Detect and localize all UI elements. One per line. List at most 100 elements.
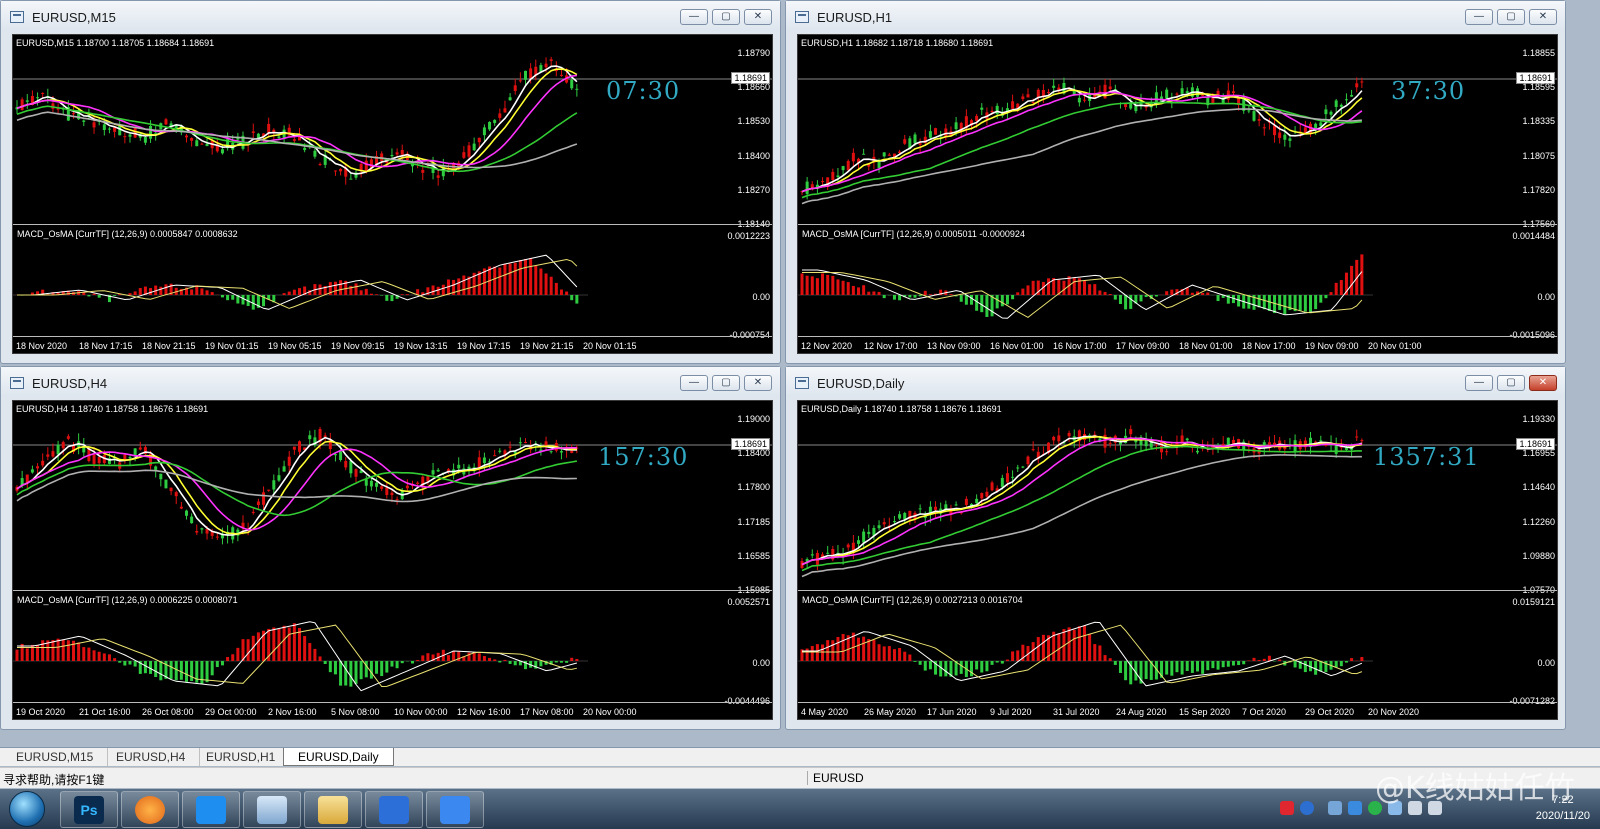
close-icon[interactable]: ✕ [744,9,772,25]
candle-body [841,166,845,171]
chart-window-m15[interactable]: EURUSD,M15 — ▢ ✕ EURUSD,M15 1.18700 1.18… [0,0,781,364]
macd-histogram-bar [1000,295,1004,307]
macd-histogram-bar [77,642,81,661]
chart-window-daily[interactable]: EURUSD,Daily — ▢ ✕ EURUSD,Daily 1.18740 … [785,366,1566,730]
taskbar-app-wps[interactable] [365,791,423,828]
candle-body [128,457,132,459]
price-tick: 1.17820 [1522,185,1555,195]
candle-body [559,74,563,76]
tab-m15[interactable]: EURUSD,M15 [2,748,109,766]
titlebar[interactable]: EURUSD,H4 — ▢ ✕ [1,367,780,397]
candle-body [488,121,492,130]
candle-body [1077,97,1081,103]
window-title: EURUSD,H4 [32,376,108,391]
moving-average-line [16,105,578,173]
taskbar-app-notes[interactable] [426,791,484,828]
candle-body [1031,449,1035,451]
macd-histogram-bar [1267,655,1271,661]
moving-average-line [801,89,1363,193]
macd-histogram-bar [1206,292,1210,295]
candle-body [1180,435,1184,443]
macd-tick: 0.0012223 [727,231,770,241]
macd-histogram-bar [1190,292,1194,295]
close-icon[interactable]: ✕ [1529,375,1557,391]
macd-histogram-bar [529,257,533,295]
sogou-icon[interactable] [1280,801,1294,815]
macd-histogram-bar [56,638,60,661]
candle-body [107,128,111,130]
titlebar[interactable]: EURUSD,H1 — ▢ ✕ [786,1,1565,31]
minimize-icon[interactable]: — [1465,375,1493,391]
minimize-icon[interactable]: — [680,375,708,391]
candle-body [190,138,194,141]
taskbar-app-foxmail[interactable] [121,791,179,828]
restore-icon[interactable]: ▢ [1497,9,1525,25]
candle-body [36,466,40,469]
macd-histogram-bar [539,661,543,667]
taskbar-app-lanhu[interactable] [182,791,240,828]
tab-daily[interactable]: EURUSD,Daily [283,748,394,766]
chart-pane[interactable]: EURUSD,H4 1.18740 1.18758 1.18676 1.1869… [12,400,773,720]
candle-body [1344,447,1348,450]
candle-body [400,149,404,155]
chart-window-h4[interactable]: EURUSD,H4 — ▢ ✕ EURUSD,H4 1.18740 1.1875… [0,366,781,730]
macd-histogram-bar [200,288,204,295]
candle-body [25,474,29,483]
price-chart[interactable]: EURUSD,H4 1.18740 1.18758 1.18676 1.1869… [13,401,772,595]
candle-body [836,175,840,178]
candle-body [185,135,188,138]
candle-body [292,139,296,141]
restore-icon[interactable]: ▢ [712,9,740,25]
titlebar[interactable]: EURUSD,M15 — ▢ ✕ [1,1,780,31]
taskbar-app-explorer[interactable] [304,791,362,828]
macd-indicator[interactable]: MACD_OsMA [CurrTF] (12,26,9) 0.0005847 0… [13,224,772,340]
candle-body [928,131,932,138]
tab-h1[interactable]: EURUSD,H1 [192,748,291,766]
macd-indicator[interactable]: MACD_OsMA [CurrTF] (12,26,9) 0.0005011 -… [798,224,1557,340]
restore-icon[interactable]: ▢ [712,375,740,391]
time-tick: 24 Aug 2020 [1116,707,1167,717]
tab-h4[interactable]: EURUSD,H4 [102,748,201,766]
arrow-icon[interactable] [1348,801,1362,815]
close-icon[interactable]: ✕ [1529,9,1557,25]
close-icon[interactable]: ✕ [744,375,772,391]
price-chart[interactable]: EURUSD,Daily 1.18740 1.18758 1.18676 1.1… [798,401,1557,595]
taskbar-app-remote[interactable] [243,791,301,828]
price-chart[interactable]: EURUSD,M15 1.18700 1.18705 1.18684 1.186… [13,35,772,229]
candle-body [405,485,409,489]
chart-window-h1[interactable]: EURUSD,H1 — ▢ ✕ EURUSD,H1 1.18682 1.1871… [785,0,1566,364]
taskbar-app-photoshop[interactable]: Ps [60,791,118,828]
candle-body [251,511,255,513]
help-icon[interactable] [1300,801,1314,815]
candle-body [51,451,55,457]
candle-body [354,469,358,477]
macd-histogram-bar [375,661,379,674]
moving-average-line [801,435,1362,566]
macd-histogram-bar [1298,295,1302,311]
moving-average-line [16,440,577,535]
minimize-icon[interactable]: — [680,9,708,25]
macd-histogram-bar [169,661,173,679]
macd-histogram-bar [482,656,486,661]
chart-pane[interactable]: EURUSD,M15 1.18700 1.18705 1.18684 1.186… [12,34,773,354]
candle-body [61,442,65,449]
macd-indicator[interactable]: MACD_OsMA [CurrTF] (12,26,9) 0.0027213 0… [798,590,1557,706]
chart-pane[interactable]: EURUSD,Daily 1.18740 1.18758 1.18676 1.1… [797,400,1558,720]
macd-indicator[interactable]: MACD_OsMA [CurrTF] (12,26,9) 0.0006225 0… [13,590,772,706]
candle-body [1083,99,1086,101]
price-tick: 1.18855 [1522,48,1555,58]
candle-body [1355,436,1359,438]
titlebar[interactable]: EURUSD,Daily — ▢ ✕ [786,367,1565,397]
restore-icon[interactable]: ▢ [1497,375,1525,391]
watermark: @K线姑姑任竹 [1375,771,1575,806]
price-tick: 1.18335 [1522,116,1555,126]
chart-pane[interactable]: EURUSD,H1 1.18682 1.18718 1.18680 1.1869… [797,34,1558,354]
candle-body [339,168,343,172]
macd-histogram-bar [877,291,881,295]
box-icon[interactable] [1328,801,1342,815]
start-orb-icon[interactable] [9,791,45,827]
macd-tick: 0.00 [752,292,770,302]
candle-body [918,143,922,145]
price-chart[interactable]: EURUSD,H1 1.18682 1.18718 1.18680 1.1869… [798,35,1557,229]
minimize-icon[interactable]: — [1465,9,1493,25]
